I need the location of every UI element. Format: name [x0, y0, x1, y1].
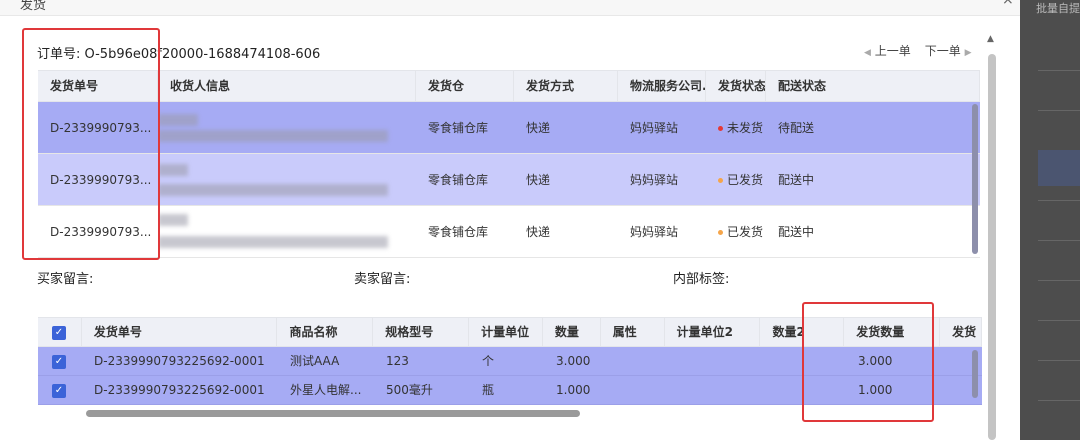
col-header-receiver[interactable]: 收货人信息	[158, 71, 416, 101]
receiver-info-blurred	[158, 154, 416, 205]
receiver-info-blurred	[158, 206, 416, 257]
logistics-cell: 妈妈驿站	[630, 121, 679, 135]
order-navigation: ◀ 上一单 下一单 ▶	[864, 42, 972, 59]
prev-order-button[interactable]: ◀ 上一单	[864, 42, 911, 59]
col-header-ship-no[interactable]: 发货单号	[82, 318, 278, 346]
qty-cell: 1.000	[556, 383, 591, 397]
receiver-info-blurred	[158, 102, 416, 153]
dialog-scrollbar[interactable]	[988, 54, 996, 440]
background-divider	[1038, 320, 1080, 321]
warehouse-cell: 零食铺仓库	[428, 225, 489, 239]
row-checkbox-cell: ✓	[38, 347, 82, 375]
col-header-unit[interactable]: 计量单位	[469, 318, 543, 346]
table-row[interactable]: D-2339990793... 零食铺仓库 快递 妈妈驿站 未发货 待配送	[38, 102, 980, 154]
col-header-qty[interactable]: 数量	[543, 318, 601, 346]
seller-message-label: 卖家留言:	[354, 272, 411, 287]
row-checkbox[interactable]: ✓	[52, 383, 66, 398]
unit-cell: 个	[482, 354, 495, 368]
attr-cell	[602, 347, 666, 375]
delivery-status-cell: 配送中	[778, 225, 815, 239]
background-text: 批量自提	[1036, 2, 1080, 15]
scroll-up-icon[interactable]: ▲	[987, 34, 994, 44]
method-cell: 快递	[526, 121, 551, 135]
background-divider	[1038, 240, 1080, 241]
goods-ship-no-cell: D-2339990793225692-0001	[94, 354, 265, 368]
dialog-header: 发货 ×	[0, 0, 1020, 16]
col-header-delivery-status[interactable]: 配送状态	[766, 71, 980, 101]
logistics-cell: 妈妈驿站	[630, 173, 679, 187]
goods-ship-no-cell: D-2339990793225692-0001	[94, 383, 265, 397]
select-all-checkbox[interactable]: ✓	[52, 325, 66, 340]
ship-status-cell: 已发货	[706, 206, 766, 257]
unit-cell: 瓶	[482, 383, 495, 397]
shipment-table-scrollbar[interactable]	[972, 104, 978, 254]
next-order-button[interactable]: 下一单 ▶	[925, 42, 972, 59]
warehouse-cell: 零食铺仓库	[428, 173, 489, 187]
background-divider	[1038, 400, 1080, 401]
buyer-message-label: 买家留言:	[37, 272, 94, 287]
internal-tag-label: 内部标签:	[673, 272, 730, 287]
col-header-ship-more[interactable]: 发货	[940, 318, 983, 346]
delivery-status-cell: 配送中	[778, 173, 815, 187]
col-header-unit2[interactable]: 计量单位2	[665, 318, 761, 346]
status-dot-icon	[718, 230, 723, 235]
ship-status-cell: 已发货	[706, 154, 766, 205]
col-header-spec[interactable]: 规格型号	[373, 318, 470, 346]
row-checkbox-cell: ✓	[38, 376, 82, 404]
annotation-box-ship-qty	[802, 302, 934, 422]
annotation-box-ship-no	[22, 28, 160, 260]
col-header-ship-status[interactable]: 发货状态	[706, 71, 766, 101]
table-row[interactable]: D-2339990793... 零食铺仓库 快递 妈妈驿站 已发货 配送中	[38, 154, 980, 206]
product-name-cell: 外星人电解...	[290, 383, 362, 397]
background-divider	[1038, 110, 1080, 111]
unit2-cell	[666, 376, 762, 404]
col-header-attr[interactable]: 属性	[601, 318, 665, 346]
dialog-title: 发货	[20, 0, 47, 13]
col-header-warehouse[interactable]: 发货仓	[416, 71, 514, 101]
col-header-logistics[interactable]: 物流服务公司.	[618, 71, 706, 101]
method-cell: 快递	[526, 225, 551, 239]
warehouse-cell: 零食铺仓库	[428, 121, 489, 135]
background-divider	[1038, 200, 1080, 201]
col-header-product-name[interactable]: 商品名称	[277, 318, 374, 346]
qty-cell: 3.000	[556, 354, 591, 368]
product-name-cell: 测试AAA	[290, 354, 340, 368]
goods-table-hscrollbar[interactable]	[86, 410, 580, 417]
ship-dialog: 发货 × 订单号: O-5b96e08f20000-1688474108-606…	[0, 0, 1020, 440]
table-row[interactable]: D-2339990793... 零食铺仓库 快递 妈妈驿站 已发货 配送中	[38, 206, 980, 258]
method-cell: 快递	[526, 173, 551, 187]
shipment-table-header: 发货单号 收货人信息 发货仓 发货方式 物流服务公司. 发货状态 配送状态	[38, 70, 980, 102]
status-dot-icon	[718, 126, 723, 131]
delivery-status-cell: 待配送	[778, 121, 815, 135]
spec-cell: 123	[386, 354, 409, 368]
row-checkbox[interactable]: ✓	[52, 354, 66, 369]
unit2-cell	[666, 347, 762, 375]
close-icon[interactable]: ×	[1002, 0, 1014, 8]
spec-cell: 500毫升	[386, 383, 433, 397]
chevron-left-icon: ◀	[864, 48, 871, 58]
ship-status-cell: 未发货	[706, 102, 766, 153]
goods-table-vscrollbar[interactable]	[972, 350, 978, 398]
background-divider	[1038, 70, 1080, 71]
background-highlight-row	[1038, 150, 1080, 186]
logistics-cell: 妈妈驿站	[630, 225, 679, 239]
select-all-checkbox-cell: ✓	[38, 318, 82, 346]
background-divider	[1038, 280, 1080, 281]
chevron-right-icon: ▶	[964, 48, 972, 58]
status-dot-icon	[718, 178, 723, 183]
shipment-table: 发货单号 收货人信息 发货仓 发货方式 物流服务公司. 发货状态 配送状态 D-…	[38, 70, 980, 258]
background-divider	[1038, 360, 1080, 361]
attr-cell	[602, 376, 666, 404]
col-header-method[interactable]: 发货方式	[514, 71, 618, 101]
